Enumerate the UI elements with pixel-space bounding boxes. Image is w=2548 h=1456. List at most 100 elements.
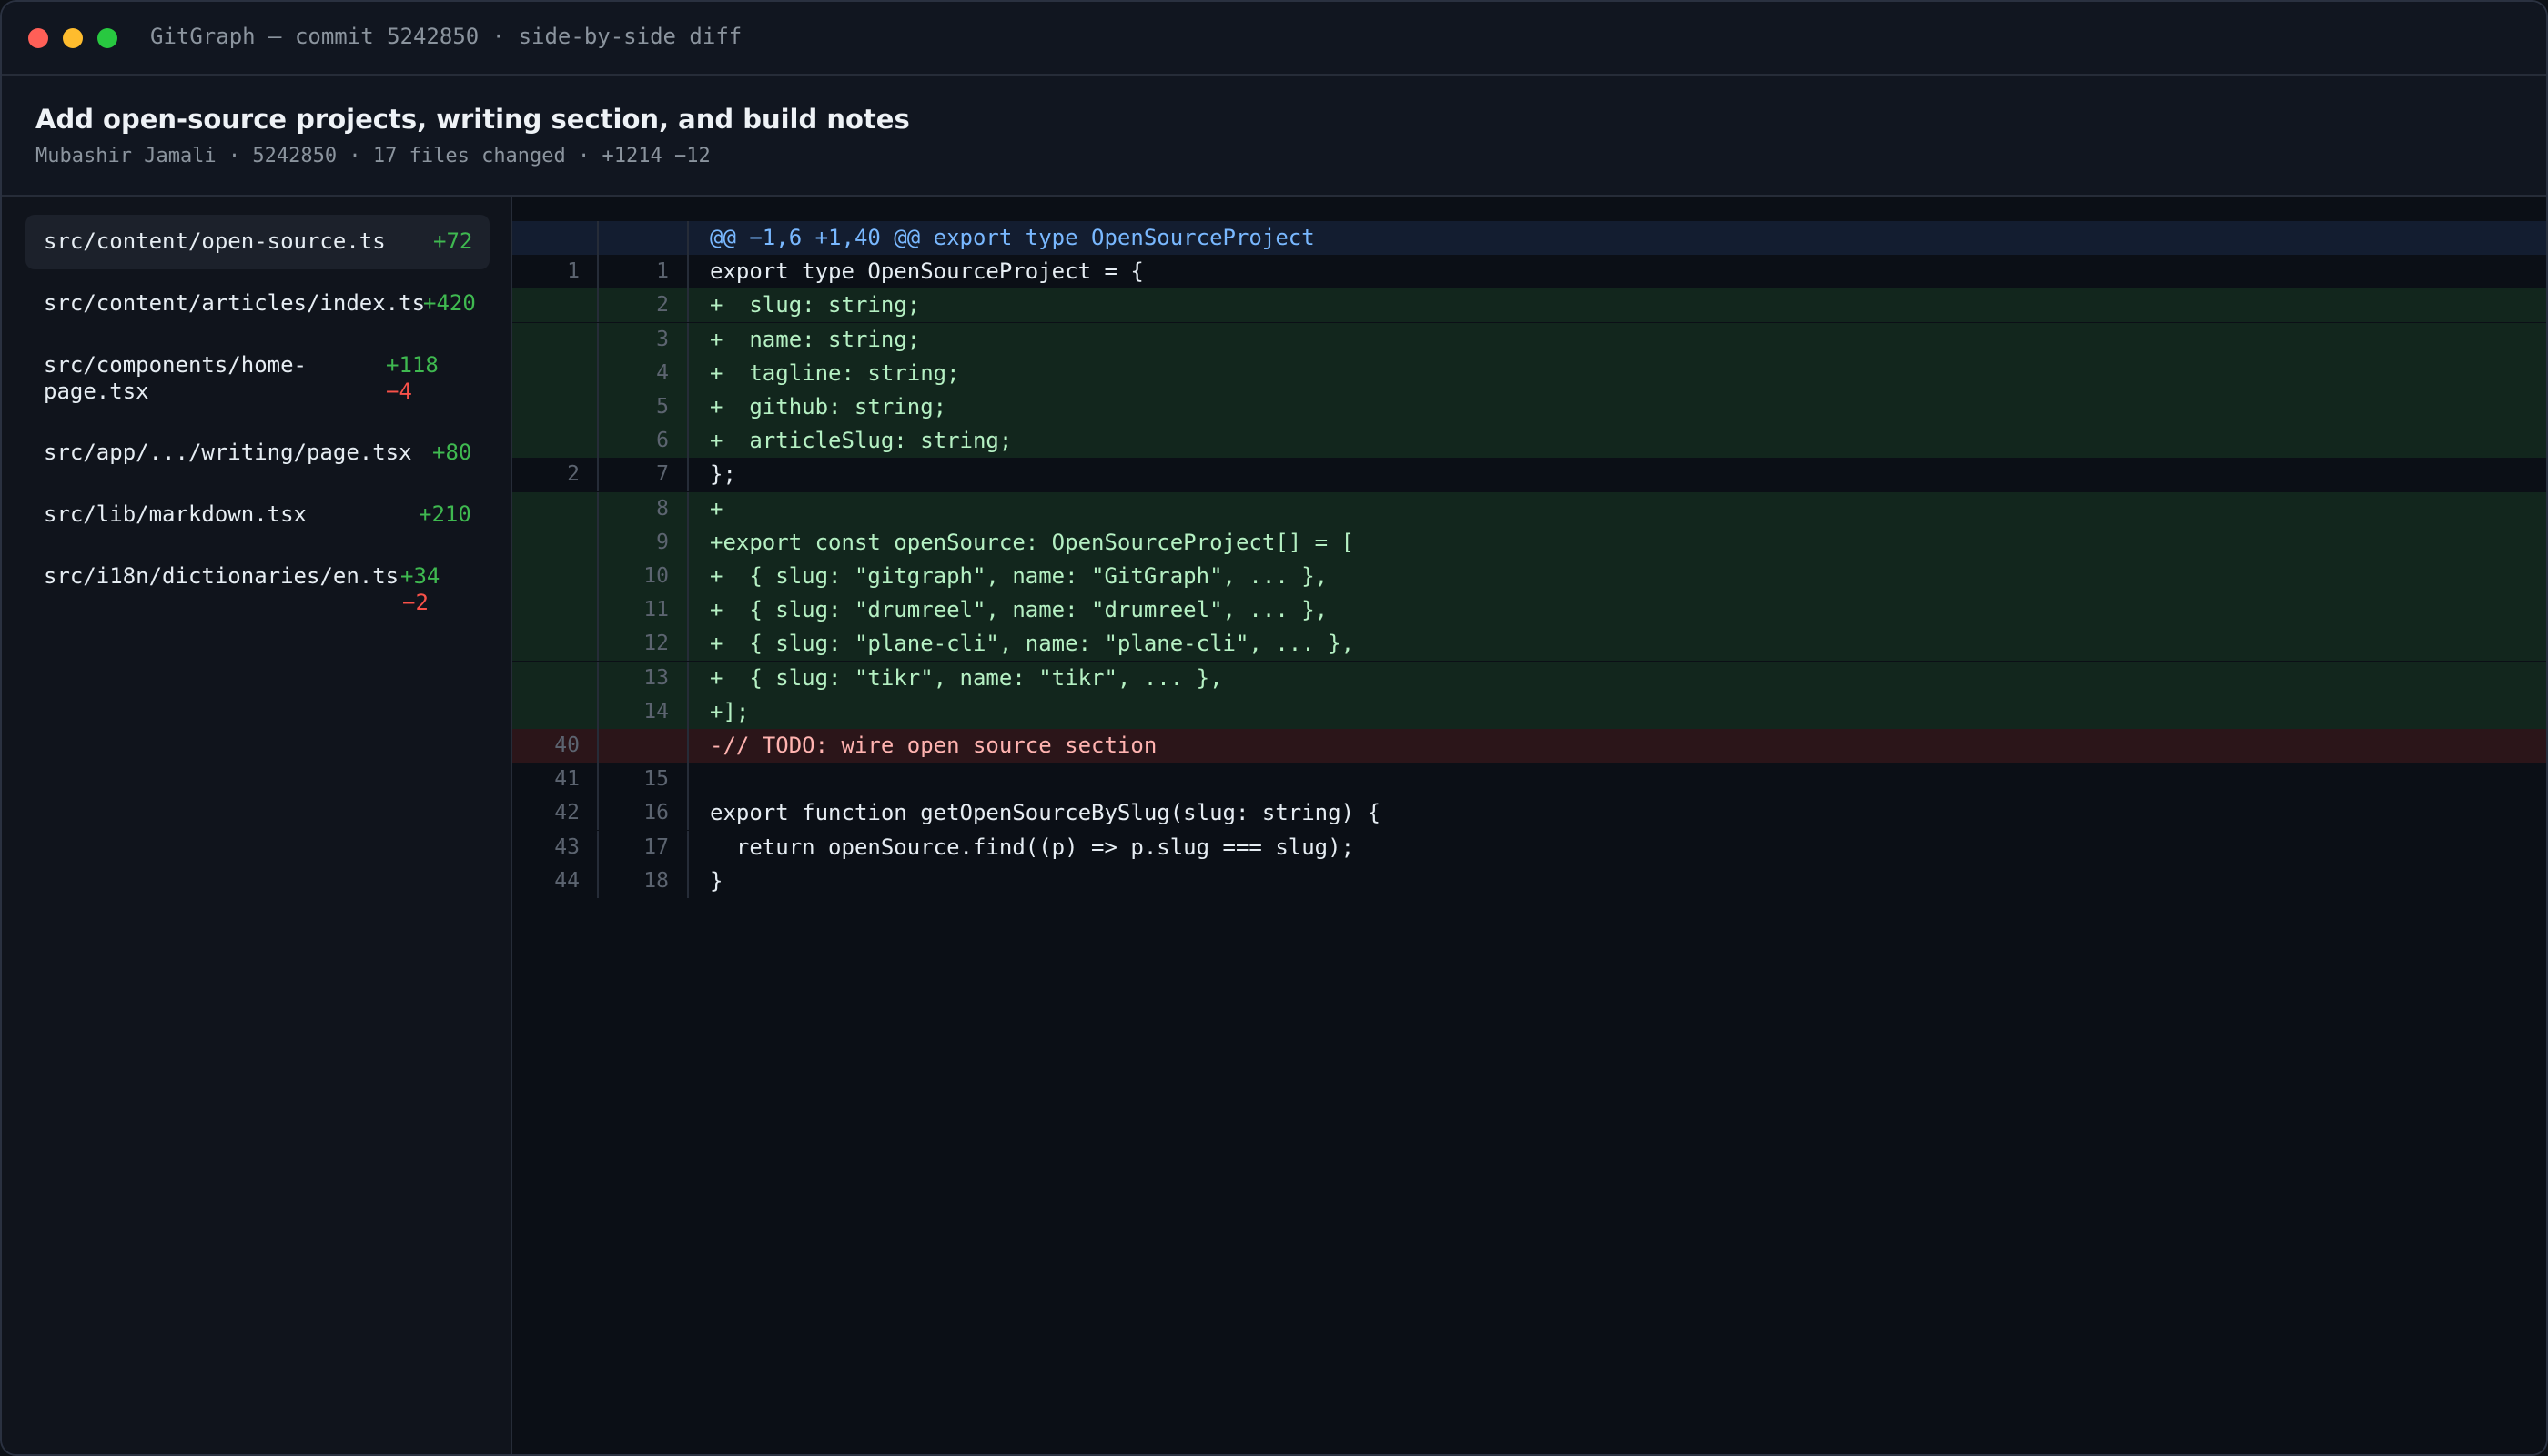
code-text: }: [710, 867, 723, 894]
file-path: src/i18n/dictionaries/en.ts: [44, 563, 399, 590]
file-stats: +34 −2: [400, 563, 440, 616]
diff-line-context: 1 1 export type OpenSourceProject = {: [512, 255, 2546, 289]
diff-line-added: 13 + { slug: "tikr", name: "tikr", ... },: [512, 661, 2546, 695]
old-line-number: 1: [567, 259, 580, 284]
file-path-line: src/content/articles/index.ts: [44, 290, 426, 316]
code-text: + slug: string;: [710, 292, 921, 318]
diff-line-added: 14 +];: [512, 694, 2546, 729]
gutter-divider: [687, 322, 689, 357]
diff-line-added: 2 + slug: string;: [512, 288, 2546, 323]
old-line-number: [512, 390, 580, 424]
file-additions: +420: [423, 290, 476, 316]
new-line-number: 18: [643, 868, 669, 893]
new-line-number: 2: [656, 293, 669, 318]
hunk-header-text: @@ −1,6 +1,40 @@ export type OpenSourceP…: [710, 225, 1315, 250]
code-text: + name: string;: [710, 326, 921, 352]
title-bar: GitGraph — commit 5242850 · side-by-side…: [2, 2, 2546, 76]
file-list-item[interactable]: src/content/open-source.ts +72: [25, 215, 490, 269]
new-line-number: 1: [656, 259, 669, 284]
maximize-window-button[interactable]: [97, 28, 117, 48]
new-line-number: 13: [643, 665, 669, 690]
diff-line-removed: 40 -// TODO: wire open source section: [512, 729, 2546, 763]
code-text: +export const openSource: OpenSourceProj…: [710, 529, 1355, 555]
diff-line-added: 5 + github: string;: [512, 390, 2546, 424]
file-path: src/components/home-page.tsx: [44, 352, 307, 405]
file-additions: +210: [419, 501, 471, 527]
file-deletions: −4: [386, 379, 412, 404]
gutter-divider: [687, 763, 689, 797]
diff-line-context: 41 15: [512, 763, 2546, 797]
file-path-line: page.tsx: [44, 379, 149, 404]
new-line-number: 10: [643, 564, 669, 588]
file-additions: +80: [432, 440, 472, 465]
new-line-number: 9: [656, 530, 669, 554]
file-deletions: −2: [402, 590, 429, 615]
diff-line-added: 4 + tagline: string;: [512, 356, 2546, 390]
file-list-item[interactable]: src/lib/markdown.tsx +210: [25, 488, 490, 542]
old-line-number: [512, 662, 580, 695]
minimize-window-button[interactable]: [63, 28, 83, 48]
new-line-number: 17: [643, 834, 669, 859]
old-line-number: 2: [567, 462, 580, 487]
gutter-divider: [687, 830, 689, 864]
new-line-number: 8: [656, 496, 669, 521]
diff-line-added: 10 + { slug: "gitgraph", name: "GitGraph"…: [512, 560, 2546, 593]
commit-title: Add open-source projects, writing sectio…: [35, 104, 910, 135]
gutter-divider: [687, 729, 689, 763]
new-line-number: 12: [643, 632, 669, 656]
gutter-divider: [687, 458, 689, 492]
gutter-divider: [687, 390, 689, 424]
gutter-divider: [687, 661, 689, 695]
code-text: + { slug: "gitgraph", name: "GitGraph", …: [710, 563, 1329, 589]
diff-line-added: 11 + { slug: "drumreel", name: "drumreel"…: [512, 593, 2546, 628]
code-text: +];: [710, 698, 750, 724]
old-line-number: [512, 695, 580, 729]
code-text: + github: string;: [710, 394, 947, 420]
old-line-number: [512, 357, 580, 390]
gutter-divider: [687, 560, 689, 593]
file-list-item[interactable]: src/app/.../writing/page.tsx +80: [25, 426, 490, 480]
gutter-divider: [687, 525, 689, 560]
file-list-item[interactable]: src/i18n/dictionaries/en.ts +34 −2: [25, 550, 490, 626]
close-window-button[interactable]: [28, 28, 48, 48]
diff-line-added: 12 + { slug: "plane-cli", name: "plane-cl…: [512, 627, 2546, 662]
file-list-item[interactable]: src/content/articles/index.ts +420: [25, 277, 490, 331]
old-line-number: 44: [554, 868, 580, 893]
file-stats: +80: [432, 440, 471, 466]
file-stats: +72: [433, 228, 472, 255]
gutter-divider: [687, 356, 689, 390]
diff-line-context: 44 18}: [512, 864, 2546, 898]
old-line-number: 42: [554, 801, 580, 825]
file-additions: +118: [386, 352, 439, 378]
old-line-number: [512, 288, 580, 322]
new-line-number: 3: [656, 327, 669, 351]
commit-header: Add open-source projects, writing sectio…: [2, 76, 2546, 197]
diff-line-context: 2 7};: [512, 458, 2546, 492]
file-list-item[interactable]: src/components/home-page.tsx +118 −4: [25, 339, 490, 415]
new-line-number: 6: [656, 429, 669, 453]
file-path: src/app/.../writing/page.tsx: [44, 440, 412, 466]
diff-line-added: 3 + name: string;: [512, 322, 2546, 357]
old-line-number: [512, 492, 580, 526]
file-list-sidebar: src/content/open-source.ts +72 src/conte…: [2, 197, 512, 1454]
diff-line-context: 42 16 export function getOpenSourceBySlug(…: [512, 796, 2546, 831]
gutter-divider: [687, 491, 689, 526]
old-line-number: [512, 424, 580, 458]
file-path-line: src/components/home-: [44, 352, 307, 378]
old-line-number: [512, 526, 580, 560]
code-text: -// TODO: wire open source section: [710, 733, 1158, 758]
file-path-line: src/app/.../writing/page.tsx: [44, 440, 412, 465]
code-text: + tagline: string;: [710, 359, 960, 386]
diff-line-added: 9 +export const openSource: OpenSourcePro…: [512, 525, 2546, 560]
file-path-line: src/lib/markdown.tsx: [44, 501, 307, 527]
app-window: GitGraph — commit 5242850 · side-by-side…: [0, 0, 2548, 1456]
window-title: GitGraph — commit 5242850 · side-by-side…: [150, 24, 743, 49]
file-additions: +34: [400, 563, 440, 589]
gutter-divider: [687, 694, 689, 729]
gutter-divider: [597, 221, 599, 255]
file-path: src/lib/markdown.tsx: [44, 501, 307, 528]
old-line-number: [512, 323, 580, 357]
gutter-divider: [687, 593, 689, 628]
code-text: + articleSlug: string;: [710, 428, 1013, 454]
file-stats: +420: [423, 290, 476, 317]
